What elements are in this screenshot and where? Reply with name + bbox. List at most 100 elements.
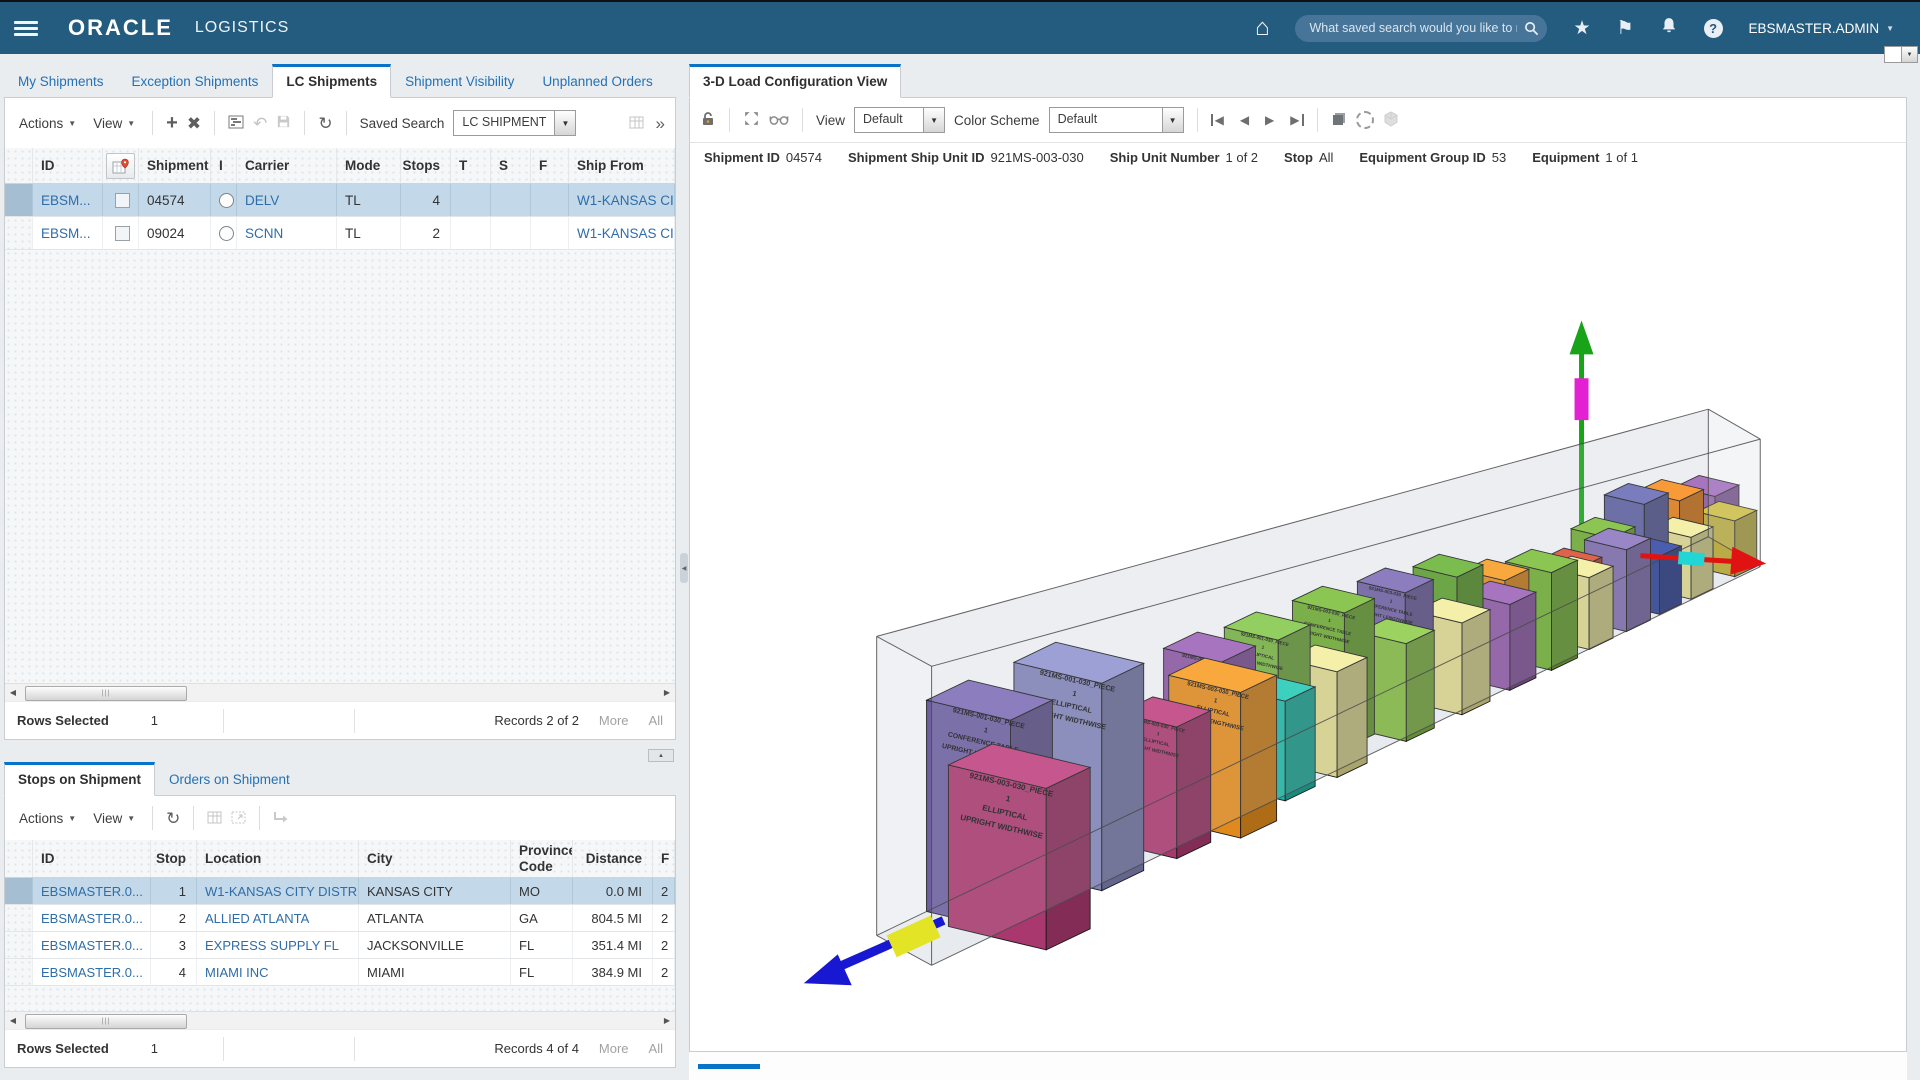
more-link[interactable]: More	[599, 1041, 629, 1056]
tab-exception-shipments[interactable]: Exception Shipments	[118, 64, 273, 97]
load-3d-canvas[interactable]: 921MS-003-030_PIECE1CONFERENCE TABLEUPRI…	[690, 171, 1906, 1051]
actions-menu[interactable]: Actions ▼	[15, 808, 80, 829]
grid-icon[interactable]	[207, 810, 222, 827]
ship-from-link[interactable]: W1-KANSAS CI	[577, 193, 674, 208]
refresh-icon[interactable]: ↻	[166, 810, 180, 827]
panel-splitter-handle[interactable]: ◀	[680, 553, 688, 583]
col-province-code[interactable]: Province Code	[511, 840, 573, 877]
user-menu[interactable]: EBSMASTER.ADMIN ▼	[1749, 21, 1894, 36]
add-row-icon[interactable]: +	[166, 113, 178, 133]
save-icon[interactable]	[276, 114, 291, 132]
scroll-right-icon[interactable]: ▶	[659, 688, 675, 697]
stop-id-link[interactable]: EBSMASTER.0...	[41, 884, 143, 899]
location-link[interactable]: EXPRESS SUPPLY FL	[205, 938, 339, 953]
next-icon[interactable]: ▶	[1265, 114, 1274, 126]
col-location[interactable]: Location	[197, 840, 359, 877]
hamburger-menu-icon[interactable]	[14, 21, 38, 36]
help-icon[interactable]: ?	[1704, 19, 1723, 38]
table-row[interactable]: EBSM... 09024 SCNN TL 2 W1-KANSAS CI	[5, 217, 675, 250]
scrollbar-thumb[interactable]: |||	[25, 1014, 187, 1029]
saved-search-input[interactable]	[1295, 21, 1547, 35]
col-stop[interactable]: Stop	[151, 840, 197, 877]
view-menu[interactable]: View ▼	[89, 113, 139, 134]
notifications-bell-icon[interactable]	[1660, 17, 1678, 39]
scroll-left-icon[interactable]: ◀	[5, 1016, 21, 1025]
refresh-icon[interactable]: ↻	[318, 115, 332, 132]
ship-from-link[interactable]: W1-KANSAS CI	[577, 226, 674, 241]
col-i[interactable]: I	[211, 148, 237, 183]
search-icon[interactable]	[1524, 21, 1539, 41]
map-pin-icon[interactable]	[106, 153, 135, 179]
flag-icon[interactable]: ⚑	[1617, 19, 1634, 38]
detach-icon[interactable]	[231, 810, 246, 827]
col-stops[interactable]: Stops	[401, 148, 451, 183]
table-row[interactable]: EBSM... 04574 DELV TL 4 W1-KANSAS CI	[5, 184, 675, 217]
last-icon[interactable]: ▶	[1290, 114, 1303, 126]
view-combo[interactable]: Default ▼	[854, 107, 945, 133]
tab-3d-load-configuration[interactable]: 3-D Load Configuration View	[689, 64, 901, 98]
col-carrier[interactable]: Carrier	[237, 148, 337, 183]
saved-search-combo[interactable]: LC SHIPMENT ▼	[453, 110, 576, 136]
shipment-id-link[interactable]: EBSM...	[41, 193, 91, 208]
first-icon[interactable]: ◀	[1211, 114, 1224, 126]
col-f[interactable]: F	[531, 148, 569, 183]
row-checkbox[interactable]	[115, 193, 130, 208]
table-row[interactable]: EBSMASTER.0... 1 W1-KANSAS CITY DISTR...…	[5, 878, 675, 905]
view-menu[interactable]: View ▼	[89, 808, 139, 829]
col-extra[interactable]: F	[653, 840, 675, 877]
tab-shipment-visibility[interactable]: Shipment Visibility	[391, 64, 528, 97]
horizontal-scrollbar[interactable]: ◀ ||| ▶	[5, 683, 675, 701]
carrier-link[interactable]: SCNN	[245, 226, 283, 241]
col-t[interactable]: T	[451, 148, 491, 183]
table-row[interactable]: EBSMASTER.0... 3 EXPRESS SUPPLY FL JACKS…	[5, 932, 675, 959]
tab-unplanned-orders[interactable]: Unplanned Orders	[528, 64, 666, 97]
stop-id-link[interactable]: EBSMASTER.0...	[41, 965, 143, 980]
layers-icon[interactable]	[1331, 111, 1347, 130]
location-link[interactable]: MIAMI INC	[205, 965, 269, 980]
go-to-icon[interactable]	[273, 810, 288, 827]
col-id[interactable]: ID	[33, 840, 151, 877]
location-link[interactable]: W1-KANSAS CITY DISTR...	[205, 884, 359, 899]
horizontal-scrollbar[interactable]: ◀ ||| ▶	[5, 1011, 675, 1029]
tab-stops-on-shipment[interactable]: Stops on Shipment	[4, 762, 155, 796]
tab-orders-on-shipment[interactable]: Orders on Shipment	[155, 762, 304, 795]
row-checkbox[interactable]	[115, 226, 130, 241]
col-ship-from[interactable]: Ship From	[569, 148, 675, 183]
table-row[interactable]: EBSMASTER.0... 2 ALLIED ATLANTA ATLANTA …	[5, 905, 675, 932]
col-id[interactable]: ID	[33, 148, 103, 183]
previous-icon[interactable]: ◀	[1240, 114, 1249, 126]
color-scheme-combo[interactable]: Default ▼	[1049, 107, 1184, 133]
fit-to-window-icon[interactable]	[743, 110, 760, 130]
gantt-icon[interactable]	[228, 115, 244, 132]
collapse-panel-button[interactable]: ▲	[648, 749, 674, 762]
chevron-down-icon[interactable]: ▼	[1901, 47, 1917, 62]
tab-lc-shipments[interactable]: LC Shipments	[272, 64, 391, 98]
unlock-icon[interactable]	[700, 111, 716, 130]
more-link[interactable]: More	[599, 713, 629, 728]
shipment-id-link[interactable]: EBSM...	[41, 226, 91, 241]
tab-my-shipments[interactable]: My Shipments	[4, 64, 118, 97]
delete-row-icon[interactable]: ✖	[187, 115, 201, 132]
col-mode[interactable]: Mode	[337, 148, 401, 183]
favorites-star-icon[interactable]: ★	[1573, 19, 1590, 38]
table-row[interactable]: EBSMASTER.0... 4 MIAMI INC MIAMI FL 384.…	[5, 959, 675, 986]
carrier-link[interactable]: DELV	[245, 193, 279, 208]
cube-icon[interactable]	[1383, 111, 1399, 130]
location-link[interactable]: ALLIED ATLANTA	[205, 911, 309, 926]
view-3d-glasses-icon[interactable]	[769, 112, 789, 129]
scroll-left-icon[interactable]: ◀	[5, 688, 21, 697]
expand-toolbar-icon[interactable]: »	[656, 115, 665, 132]
col-distance[interactable]: Distance	[573, 840, 653, 877]
stop-id-link[interactable]: EBSMASTER.0...	[41, 938, 143, 953]
scroll-right-icon[interactable]: ▶	[659, 1016, 675, 1025]
grid-icon[interactable]	[629, 115, 644, 132]
home-icon[interactable]: ⌂	[1255, 16, 1270, 40]
all-link[interactable]: All	[649, 713, 663, 728]
stop-id-link[interactable]: EBSMASTER.0...	[41, 911, 143, 926]
col-s[interactable]: S	[491, 148, 531, 183]
all-link[interactable]: All	[649, 1041, 663, 1056]
col-shipment[interactable]: Shipment	[139, 148, 211, 183]
rotate-view-icon[interactable]	[1356, 111, 1374, 129]
actions-menu[interactable]: Actions ▼	[15, 113, 80, 134]
undo-icon[interactable]: ↶	[253, 115, 267, 132]
